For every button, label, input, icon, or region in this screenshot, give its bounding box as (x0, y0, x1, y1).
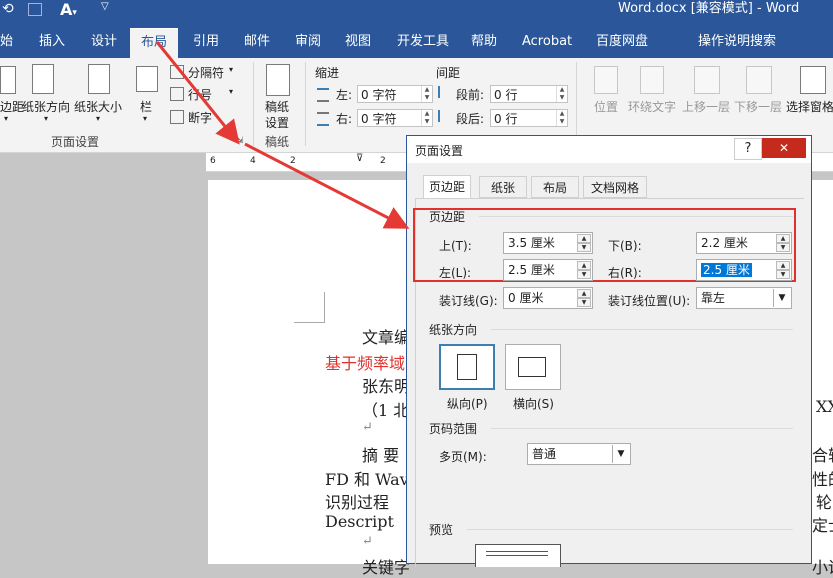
annotation-arrows (155, 41, 410, 229)
arrow-to-launcher (155, 41, 240, 145)
arrow-to-dialog (244, 142, 410, 229)
